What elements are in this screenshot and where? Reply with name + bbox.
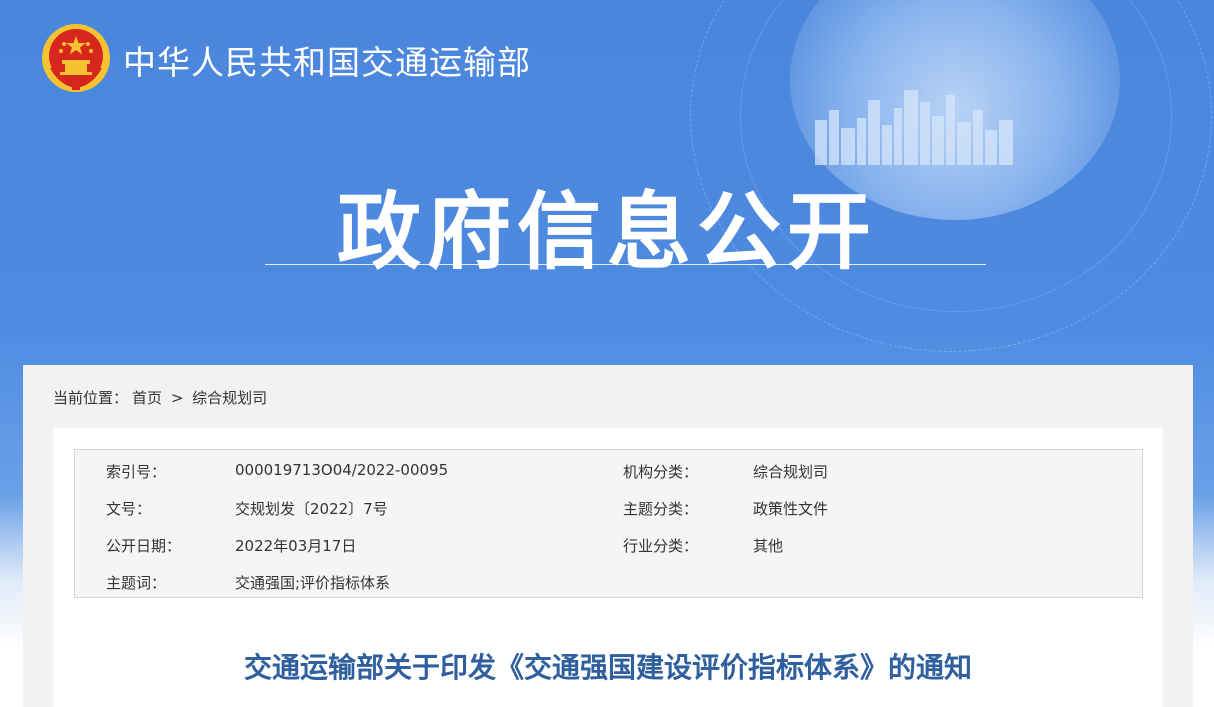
breadcrumb-current-link[interactable]: 综合规划司 xyxy=(192,389,267,407)
topic-label: 主题分类： xyxy=(623,500,699,518)
breadcrumb-home-link[interactable]: 首页 xyxy=(132,389,162,407)
industry-value: 其他 xyxy=(753,537,784,555)
index-label: 索引号： xyxy=(106,463,167,481)
org-label: 机构分类： xyxy=(623,463,699,481)
doc-no-label: 文号： xyxy=(106,500,152,518)
industry-label: 行业分类： xyxy=(623,537,699,555)
document-title: 交通运输部关于印发《交通强国建设评价指标体系》的通知 xyxy=(243,651,972,684)
topic-value: 政策性文件 xyxy=(753,500,829,518)
document-metadata-box: 索引号： 000019713O04/2022-00095 机构分类： 综合规划司… xyxy=(74,449,1143,598)
page-title: 政府信息公开 xyxy=(336,183,877,281)
breadcrumb-label: 当前位置： xyxy=(53,389,129,407)
keywords-value: 交通强国;评价指标体系 xyxy=(235,574,391,592)
city-skyline-icon xyxy=(815,90,1013,165)
date-label: 公开日期： xyxy=(106,537,182,555)
breadcrumb-separator: > xyxy=(170,389,184,407)
doc-no-value: 交规划发〔2022〕7号 xyxy=(235,500,388,518)
national-emblem-icon xyxy=(42,24,110,92)
keywords-label: 主题词： xyxy=(106,574,167,592)
ministry-name: 中华人民共和国交通运输部 xyxy=(123,43,531,82)
org-value: 综合规划司 xyxy=(753,463,829,481)
date-value: 2022年03月17日 xyxy=(235,537,357,555)
index-value: 000019713O04/2022-00095 xyxy=(235,461,449,479)
breadcrumb: 当前位置： 首页 > 综合规划司 xyxy=(53,387,271,408)
title-underline-divider xyxy=(265,264,986,265)
